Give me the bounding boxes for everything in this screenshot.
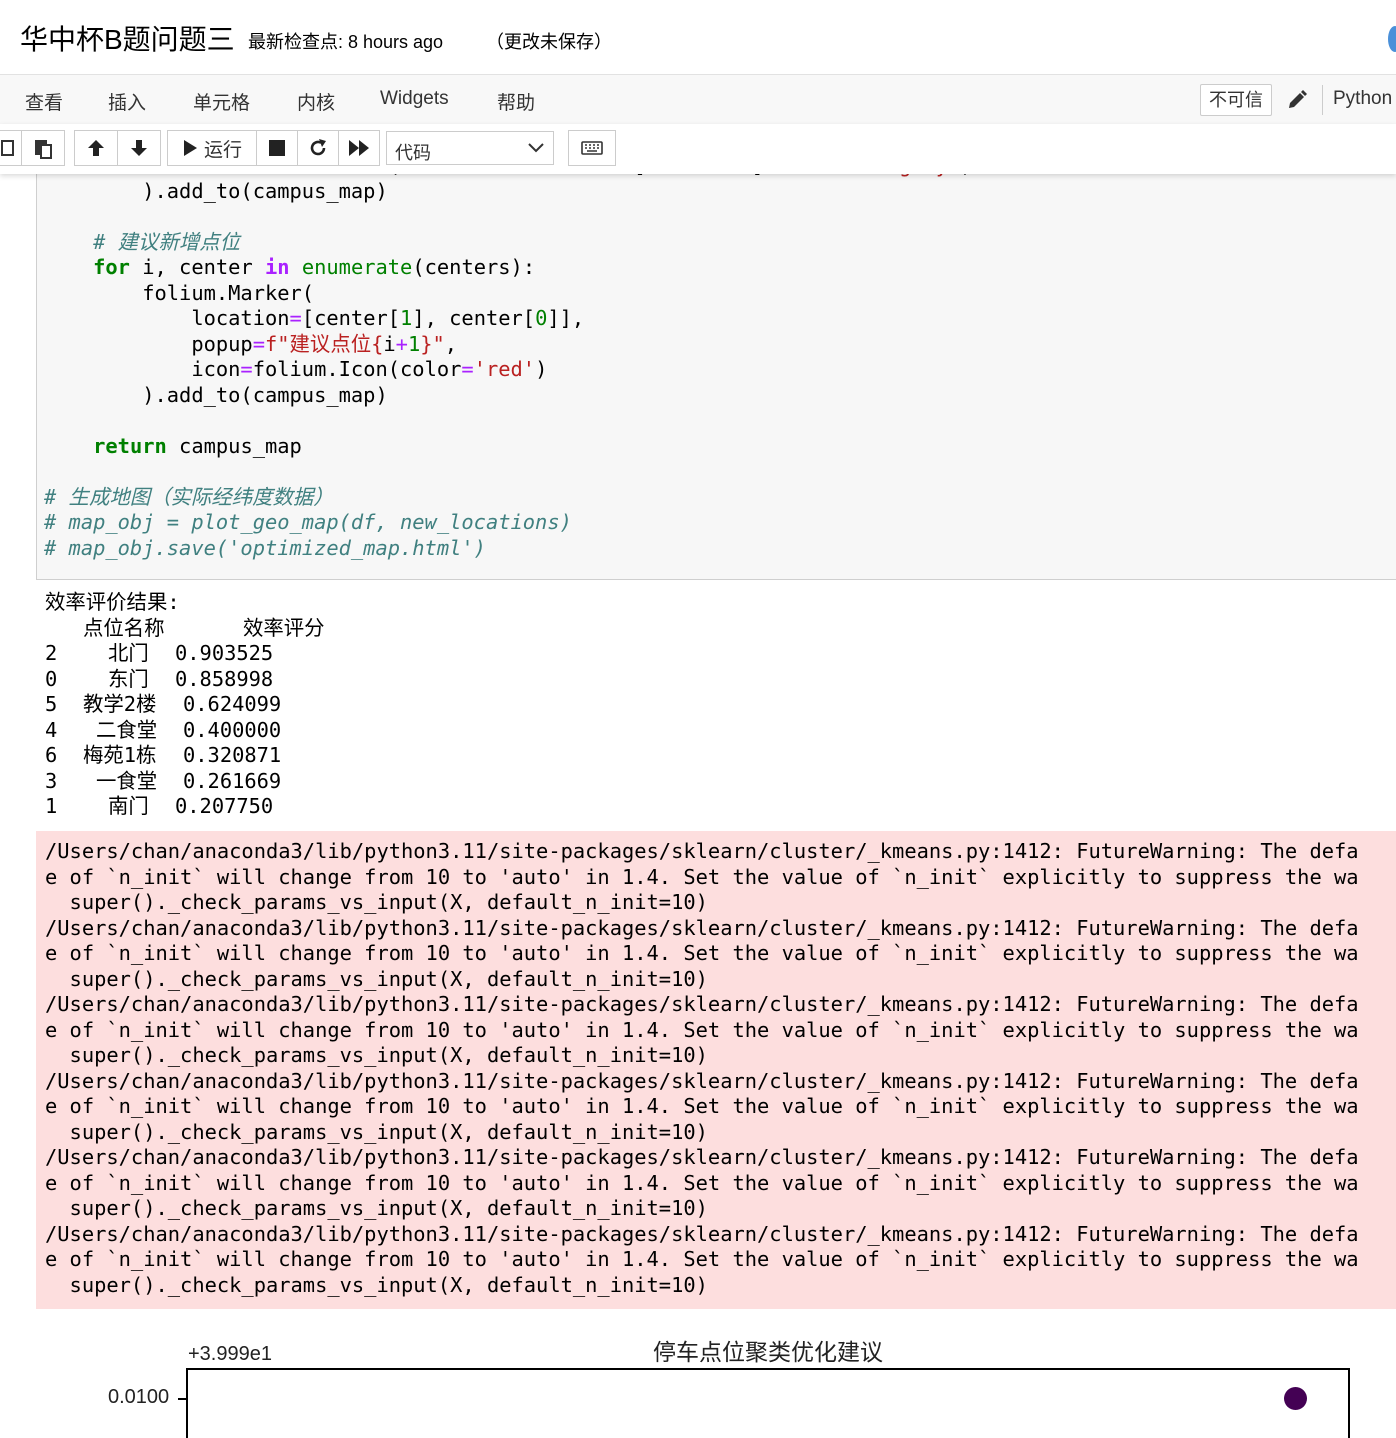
- copy-button[interactable]: [0, 130, 22, 166]
- keyboard-icon: [581, 141, 603, 155]
- cluster-plot: 停车点位聚类优化建议 +3.999e1 0.0100: [0, 1319, 1396, 1438]
- data-point: [1284, 1387, 1307, 1410]
- restart-button[interactable]: [297, 130, 339, 166]
- code-line: ).add_to(campus_map): [44, 382, 388, 407]
- notebook-area: icon=folium.Icon(color='blue' if row['效率…: [0, 174, 1396, 1438]
- toolbar: 运行 代码: [0, 124, 1396, 174]
- autosave-status: （更改未保存）: [486, 32, 612, 52]
- row-index: 1: [45, 794, 58, 818]
- restart-run-all-button[interactable]: [338, 130, 380, 166]
- paste-button[interactable]: [21, 130, 65, 166]
- column-header: 效率评分: [243, 615, 325, 640]
- play-icon: [182, 139, 198, 157]
- output-heading: 效率评价结果:: [45, 590, 180, 614]
- row-score: 0.261669: [183, 768, 282, 793]
- pencil-icon[interactable]: [1286, 89, 1308, 111]
- fast-forward-icon: [348, 139, 370, 157]
- code-comment: # map_obj = plot_geo_map(df, new_locatio…: [44, 510, 572, 534]
- code-comment: # 生成地图（实际经纬度数据）: [44, 484, 334, 509]
- code-comment: # 建议新增点位: [44, 229, 241, 254]
- move-down-button[interactable]: [117, 130, 161, 166]
- stop-icon: [269, 140, 285, 156]
- menu-help[interactable]: 帮助: [497, 88, 535, 115]
- axis-offset-label: +3.999e1: [188, 1343, 272, 1365]
- move-up-button[interactable]: [74, 130, 118, 166]
- paste-icon: [33, 137, 53, 159]
- code-editor[interactable]: icon=folium.Icon(color='blue' if row['效率…: [44, 174, 973, 561]
- row-index: 4: [45, 717, 58, 742]
- checkpoint-status: 最新检查点: 8 hours ago: [248, 32, 444, 52]
- row-score: 0.320871: [183, 743, 282, 767]
- kernel-divider: [1322, 85, 1323, 115]
- chevron-down-icon: [527, 141, 545, 160]
- menubar: 查看 插入 单元格 内核 Widgets 帮助 不可信 Python: [0, 74, 1396, 126]
- menu-cell[interactable]: 单元格: [193, 88, 250, 115]
- plot-axes: [186, 1368, 1350, 1438]
- run-button[interactable]: 运行: [167, 130, 257, 166]
- logo-icon: [1388, 26, 1396, 52]
- code-cell[interactable]: icon=folium.Icon(color='blue' if row['效率…: [36, 174, 1396, 580]
- row-index: 2: [45, 641, 58, 665]
- y-tick-label: 0.0100: [108, 1386, 170, 1408]
- row-index: 6: [45, 743, 58, 767]
- warning-text: /Users/chan/anaconda3/lib/python3.11/sit…: [45, 839, 1359, 1297]
- row-name: 东门: [108, 666, 149, 691]
- code-line: ).add_to(campus_map): [44, 178, 388, 203]
- trust-button[interactable]: 不可信: [1200, 84, 1272, 116]
- y-tick-mark: [178, 1398, 186, 1400]
- menu-kernel[interactable]: 内核: [297, 88, 335, 115]
- row-score: 0.207750: [175, 794, 274, 818]
- arrow-down-icon: [129, 138, 149, 158]
- row-name: 二食堂: [96, 717, 158, 742]
- row-name: 教学2楼: [83, 692, 157, 716]
- row-name: 梅苑1栋: [83, 743, 157, 767]
- row-name: 南门: [108, 794, 149, 818]
- code-line: icon=folium.Icon(color='blue' if row['效率…: [44, 174, 972, 177]
- row-score: 0.858998: [175, 666, 274, 691]
- row-name: 一食堂: [96, 768, 158, 793]
- cell-type-value: 代码: [395, 143, 431, 163]
- row-index: 3: [45, 768, 58, 793]
- output-stderr: /Users/chan/anaconda3/lib/python3.11/sit…: [36, 831, 1396, 1309]
- restart-icon: [308, 138, 328, 158]
- row-score: 0.624099: [183, 692, 282, 716]
- interrupt-button[interactable]: [256, 130, 298, 166]
- copy-icon: [0, 138, 15, 158]
- row-index: 5: [45, 692, 58, 716]
- row-score: 0.400000: [183, 717, 282, 742]
- notebook-title[interactable]: 华中杯B题问题三: [20, 18, 235, 58]
- notebook-header: 华中杯B题问题三 最新检查点: 8 hours ago （更改未保存）: [0, 0, 1396, 74]
- code-comment: # map_obj.save('optimized_map.html'): [44, 535, 486, 560]
- menu-widgets[interactable]: Widgets: [380, 88, 449, 110]
- arrow-up-icon: [86, 138, 106, 158]
- menu-view[interactable]: 查看: [25, 88, 63, 115]
- command-palette-button[interactable]: [568, 130, 616, 166]
- run-label: 运行: [203, 139, 242, 161]
- kernel-name[interactable]: Python: [1333, 88, 1392, 110]
- row-name: 北门: [108, 641, 149, 665]
- row-index: 0: [45, 666, 58, 691]
- cell-type-select[interactable]: 代码: [386, 131, 554, 165]
- row-score: 0.903525: [175, 641, 274, 665]
- column-header: 点位名称: [83, 615, 165, 640]
- menu-insert[interactable]: 插入: [108, 88, 146, 115]
